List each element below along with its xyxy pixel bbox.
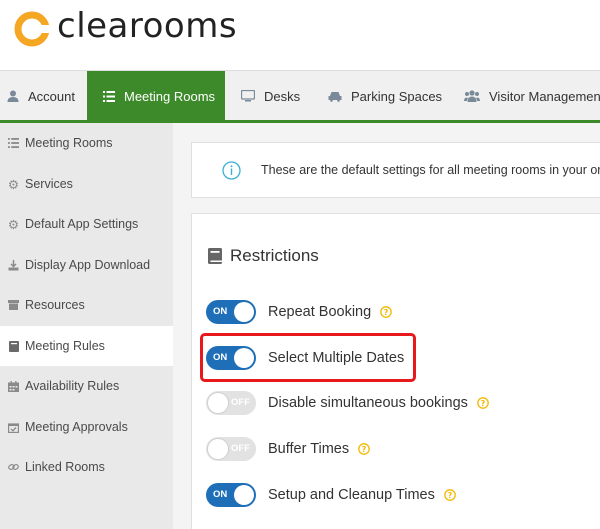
sidebar-item-availability-rules[interactable]: Availability Rules bbox=[0, 366, 173, 406]
toggle-knob bbox=[208, 439, 228, 459]
brand-name: clearooms bbox=[57, 6, 238, 46]
calendar-icon bbox=[8, 380, 19, 392]
sidebar-item-meeting-rooms[interactable]: Meeting Rooms bbox=[0, 123, 173, 163]
main-content: These are the default settings for all m… bbox=[173, 123, 600, 529]
user-icon bbox=[7, 90, 19, 102]
svg-text:?: ? bbox=[362, 445, 367, 454]
restriction-label: Setup and Cleanup Times bbox=[268, 487, 435, 503]
sidebar-item-label: Display App Download bbox=[25, 258, 151, 272]
tab-visitor-management-label: Visitor Management bbox=[489, 88, 600, 104]
sidebar-item-label: Default App Settings bbox=[25, 217, 139, 231]
tab-visitor-management[interactable]: Visitor Management bbox=[447, 71, 600, 121]
sidebar-item-label: Meeting Rules bbox=[25, 339, 105, 353]
info-icon bbox=[222, 160, 241, 180]
restriction-label: Repeat Booking bbox=[268, 304, 372, 320]
calendar-check-icon bbox=[8, 422, 19, 433]
help-icon[interactable]: ? bbox=[380, 306, 393, 318]
sidebar-item-resources[interactable]: Resources bbox=[0, 285, 173, 325]
clearooms-logo-icon[interactable] bbox=[13, 10, 51, 48]
tab-desks-label: Desks bbox=[264, 88, 301, 104]
book-icon bbox=[208, 248, 222, 264]
sidebar-item-display-app-download[interactable]: Display App Download bbox=[0, 245, 173, 285]
toggle-state: ON bbox=[213, 489, 228, 500]
restrictions-title: Restrictions bbox=[208, 246, 319, 266]
info-text: These are the default settings for all m… bbox=[261, 163, 600, 177]
toggle-state: ON bbox=[213, 306, 228, 317]
restriction-buffer-times: OFF Buffer Times ? bbox=[206, 436, 370, 462]
link-icon bbox=[8, 462, 19, 472]
restriction-repeat-booking: ON Repeat Booking ? bbox=[206, 299, 393, 325]
sidebar-item-linked-rooms[interactable]: Linked Rooms bbox=[0, 447, 173, 487]
gear-icon: ⚙ bbox=[7, 217, 20, 232]
sidebar-item-meeting-rules[interactable]: Meeting Rules bbox=[0, 326, 173, 366]
tab-account[interactable]: Account bbox=[0, 71, 87, 121]
tab-parking-spaces-label: Parking Spaces bbox=[351, 88, 443, 104]
tab-desks[interactable]: Desks bbox=[225, 71, 312, 121]
highlight-box bbox=[200, 333, 416, 382]
gear-icon: ⚙ bbox=[7, 177, 20, 192]
sidebar-item-label: Services bbox=[25, 177, 73, 191]
toggle-knob bbox=[208, 393, 228, 413]
info-banner: These are the default settings for all m… bbox=[191, 142, 600, 198]
restrictions-title-text: Restrictions bbox=[230, 246, 319, 265]
toggle-knob bbox=[234, 302, 254, 322]
top-nav: Account Meeting Rooms Desks Parking Spac… bbox=[0, 70, 600, 123]
help-icon[interactable]: ? bbox=[444, 489, 456, 501]
svg-text:?: ? bbox=[384, 308, 389, 317]
toggle-state: OFF bbox=[231, 443, 250, 454]
sidebar-item-default-app-settings[interactable]: ⚙ Default App Settings bbox=[0, 204, 173, 244]
sidebar: Meeting Rooms ⚙ Services ⚙ Default App S… bbox=[0, 123, 173, 529]
svg-text:?: ? bbox=[481, 399, 486, 408]
help-icon[interactable]: ? bbox=[477, 397, 489, 409]
setup-cleanup-times-toggle[interactable]: ON bbox=[206, 483, 256, 507]
svg-text:?: ? bbox=[448, 491, 453, 500]
sidebar-item-label: Resources bbox=[25, 298, 85, 312]
sidebar-item-services[interactable]: ⚙ Services bbox=[0, 164, 173, 204]
tab-parking-spaces[interactable]: Parking Spaces bbox=[312, 71, 447, 121]
users-icon bbox=[464, 90, 480, 102]
restriction-disable-simultaneous-bookings: OFF Disable simultaneous bookings ? bbox=[206, 390, 489, 416]
book-icon bbox=[8, 340, 19, 352]
list-icon bbox=[8, 138, 19, 148]
monitor-icon bbox=[241, 90, 255, 102]
restriction-setup-cleanup-times: ON Setup and Cleanup Times ? bbox=[206, 482, 456, 508]
box-icon bbox=[8, 300, 19, 310]
tab-meeting-rooms[interactable]: Meeting Rooms bbox=[87, 71, 225, 121]
sidebar-item-label: Meeting Approvals bbox=[25, 420, 128, 434]
sidebar-item-meeting-approvals[interactable]: Meeting Approvals bbox=[0, 407, 173, 447]
restriction-label: Buffer Times bbox=[268, 441, 350, 457]
sidebar-item-label: Meeting Rooms bbox=[25, 136, 113, 150]
toggle-state: OFF bbox=[231, 397, 250, 408]
sidebar-item-label: Linked Rooms bbox=[25, 460, 105, 474]
help-icon[interactable]: ? bbox=[358, 443, 370, 455]
toggle-knob bbox=[234, 485, 254, 505]
tab-account-label: Account bbox=[28, 88, 75, 104]
list-icon bbox=[103, 90, 115, 102]
car-icon bbox=[328, 91, 342, 102]
disable-simultaneous-bookings-toggle[interactable]: OFF bbox=[206, 391, 256, 415]
download-icon bbox=[8, 259, 19, 271]
buffer-times-toggle[interactable]: OFF bbox=[206, 437, 256, 461]
sidebar-item-label: Availability Rules bbox=[25, 379, 120, 393]
tab-meeting-rooms-label: Meeting Rooms bbox=[124, 88, 216, 104]
app-header: clearooms bbox=[0, 0, 600, 62]
repeat-booking-toggle[interactable]: ON bbox=[206, 300, 256, 324]
restriction-label: Disable simultaneous bookings bbox=[268, 395, 468, 411]
